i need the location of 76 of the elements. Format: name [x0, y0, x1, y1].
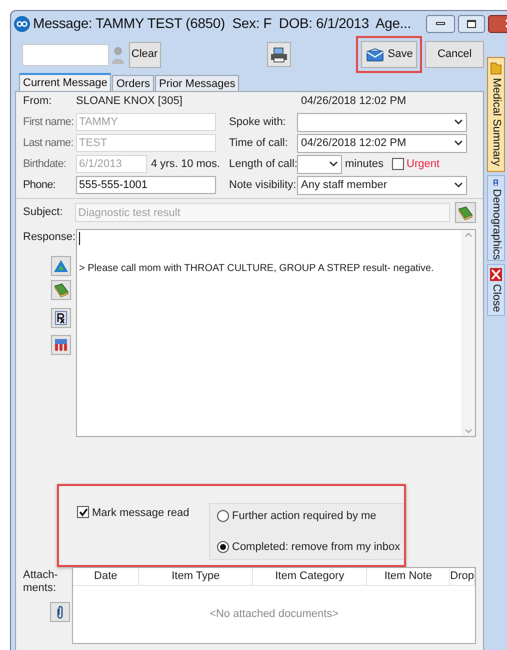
book-icon: [458, 206, 474, 220]
dropdown[interactable]: Any staff member: [297, 176, 467, 194]
close-icon: [490, 268, 502, 281]
book-button[interactable]: [51, 280, 71, 300]
printer-icon: [270, 46, 288, 62]
text-field[interactable]: 555-555-1001: [76, 176, 216, 194]
text-cursor: [79, 232, 80, 245]
tab[interactable]: Orders: [112, 75, 154, 91]
prescription-button[interactable]: [51, 308, 71, 328]
chevron-down-icon: [454, 119, 463, 125]
radio-button[interactable]: [217, 540, 229, 553]
triangle-logo-icon: [54, 260, 68, 272]
envelope-icon: [366, 48, 384, 62]
radio-label: Completed: remove from my inbox: [232, 540, 400, 554]
print-button[interactable]: [266, 42, 292, 67]
chevron-down-icon: [454, 140, 463, 146]
attach-button[interactable]: [50, 602, 70, 622]
cancel-button[interactable]: Cancel: [425, 41, 484, 68]
message-timestamp: 04/26/2018 12:02 PM: [301, 94, 406, 110]
scrollbar[interactable]: [461, 230, 475, 436]
chevron-down-icon: [329, 161, 338, 167]
window-title: Message: TAMMY TEST (6850) Sex: F DOB: 6/1/2013 Age...: [33, 14, 412, 33]
field-label: Attach-ments:: [23, 569, 59, 595]
radio-button[interactable]: [217, 510, 229, 522]
search-field[interactable]: [22, 44, 109, 66]
field-label: Note visibility:: [229, 178, 297, 193]
paperclip-icon: [56, 605, 64, 619]
urgent-label: Urgent: [406, 156, 440, 172]
dropdown[interactable]: [297, 154, 342, 174]
side-tab[interactable]: Demographics: [487, 175, 505, 261]
book-icon: [54, 282, 68, 296]
minimize-button[interactable]: [426, 14, 455, 32]
sender-name: SLOANE KNOX [305]: [76, 94, 184, 110]
field-label: Birthdate:: [23, 156, 68, 172]
field-label: Subject:: [23, 205, 64, 220]
scroll-up-icon[interactable]: [464, 233, 472, 237]
field-label: Spoke with:: [229, 114, 287, 130]
test-tubes-button[interactable]: [51, 334, 71, 354]
field-label: From:: [23, 94, 53, 110]
column-header[interactable]: Item Category: [253, 568, 368, 585]
response-area[interactable]: > Please call mom with THROAT CULTURE, GROUP A STREP result- negative.: [76, 229, 476, 437]
side-tab[interactable]: Medical Summary: [487, 57, 505, 172]
column-header[interactable]: Drop: [450, 568, 475, 585]
field-label: Last name:: [23, 136, 74, 151]
triangle-logo-button[interactable]: [51, 256, 71, 276]
checkbox-label: Mark message read: [92, 506, 190, 521]
column-header[interactable]: Date: [73, 568, 140, 585]
empty-message: <No attached documents>: [210, 607, 339, 622]
save-button[interactable]: Save: [361, 41, 418, 68]
folder-icon: [490, 61, 502, 75]
scroll-down-icon[interactable]: [464, 429, 472, 433]
maximize-button[interactable]: [458, 14, 485, 32]
field-label: Response:: [23, 230, 76, 245]
field-label: Length of call:: [229, 156, 297, 172]
field-label: First name:: [23, 114, 75, 130]
chevron-down-icon: [454, 182, 463, 188]
dropdown[interactable]: 04/26/2018 12:02 PM: [297, 134, 467, 152]
minimize-icon: [436, 22, 445, 25]
prescription-icon: [55, 310, 67, 324]
field-label: Time of call:: [229, 136, 289, 151]
checkbox[interactable]: [392, 158, 404, 170]
column-header[interactable]: Item Type: [139, 568, 254, 585]
side-tab[interactable]: Close: [487, 264, 505, 316]
field-label: Phone:: [23, 178, 56, 193]
unit-label: minutes: [345, 156, 384, 172]
clear-button[interactable]: Clear: [128, 42, 161, 68]
book-button[interactable]: [455, 202, 476, 223]
test-tubes-icon: [54, 338, 68, 352]
tab[interactable]: Current Message: [19, 73, 112, 91]
response-text: > Please call mom with THROAT CULTURE, GROUP A STREP result- negative.: [79, 262, 435, 276]
checkbox[interactable]: [77, 506, 89, 518]
tab[interactable]: Prior Messages: [155, 75, 240, 91]
column-header[interactable]: Item Note: [367, 568, 450, 585]
app-logo-icon: [14, 16, 30, 32]
radio-label: Further action required by me: [232, 509, 376, 524]
maximize-icon: [467, 20, 476, 28]
